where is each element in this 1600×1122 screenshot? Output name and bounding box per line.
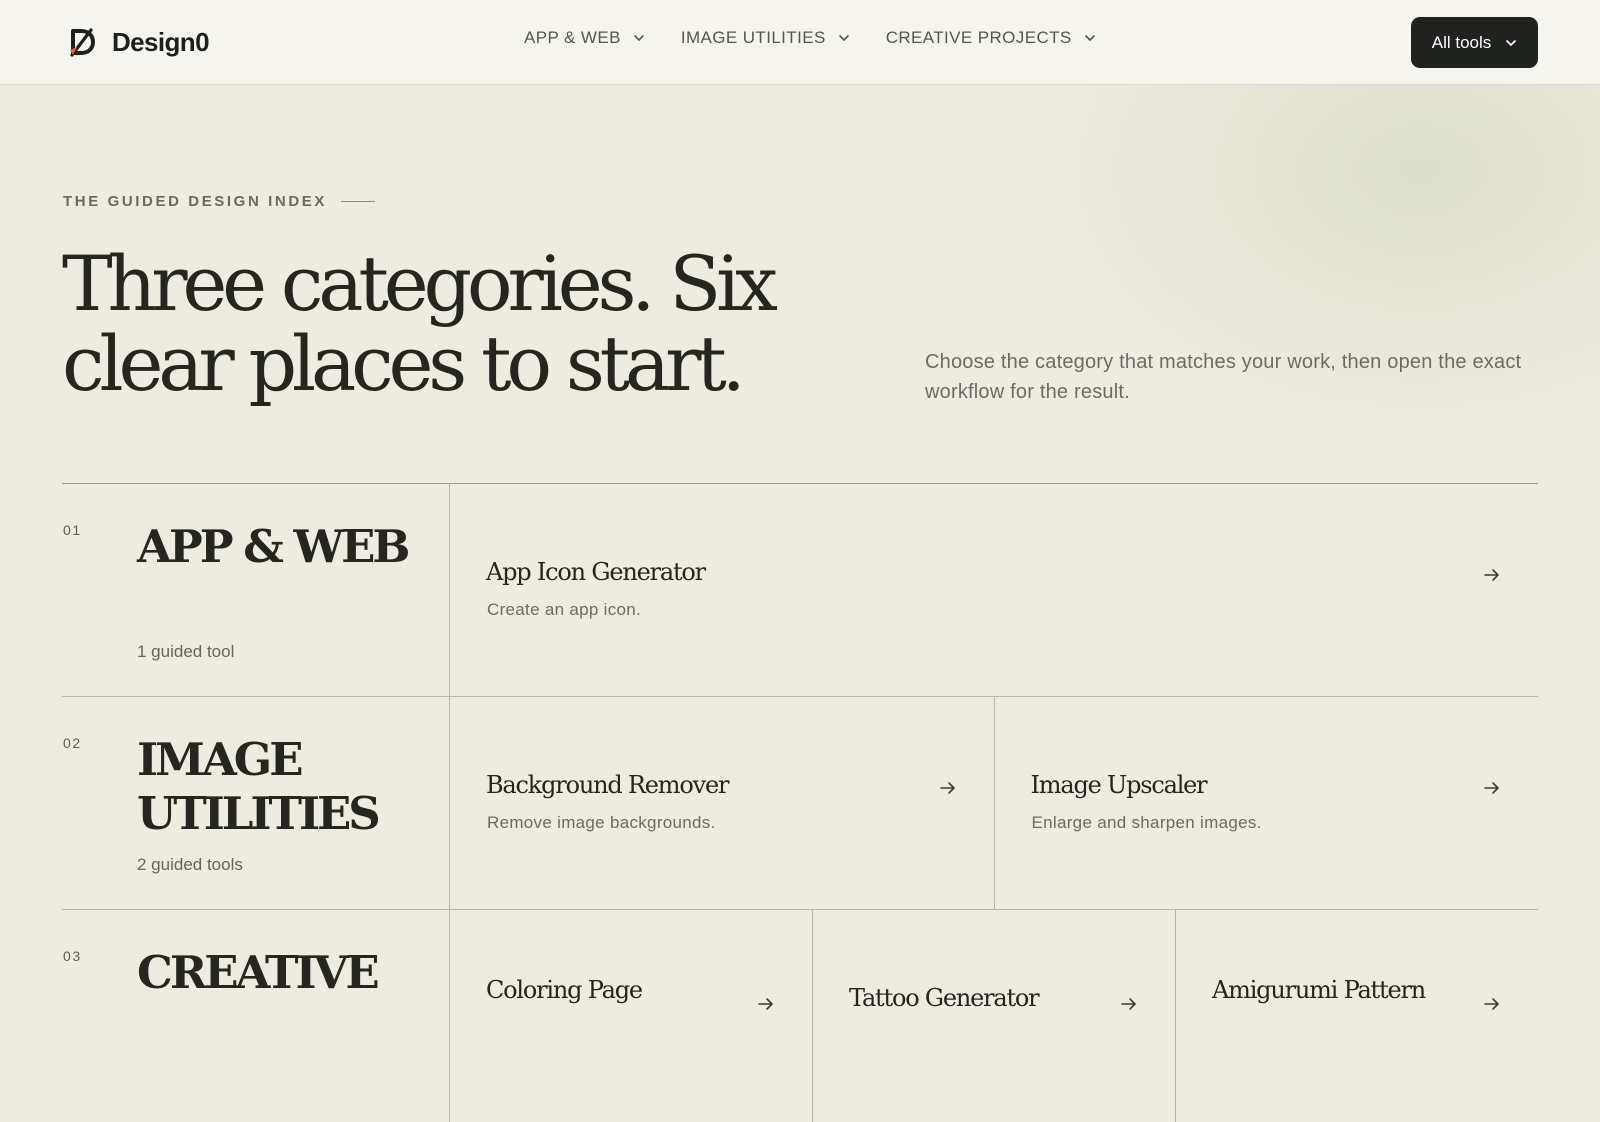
chevron-down-icon	[1506, 39, 1517, 46]
category-title: APP & WEB	[137, 520, 410, 573]
tool-card-coloring-page[interactable]: Coloring Page	[450, 910, 813, 1122]
tool-card-background-remover[interactable]: Background Remover Remove image backgrou…	[450, 697, 995, 909]
category-row-creative-projects: 03 CREATIVE Coloring Page Tattoo Generat…	[62, 909, 1538, 1122]
tool-description: Create an app icon.	[487, 600, 642, 619]
nav-creative-projects[interactable]: CREATIVE PROJECTS	[886, 28, 1096, 48]
hero-eyebrow: THE GUIDED DESIGN INDEX	[63, 193, 375, 210]
chevron-down-icon	[838, 35, 849, 41]
tool-name: Image Upscaler	[1030, 771, 1208, 799]
nav-creative-projects-label: CREATIVE PROJECTS	[885, 28, 1072, 47]
tool-card-amigurumi-pattern[interactable]: Amigurumi Pattern	[1176, 910, 1538, 1122]
category-header: 01 APP & WEB 1 guided tool	[62, 484, 450, 696]
tool-name: Tattoo Generator	[849, 984, 1040, 1012]
tool-card-image-upscaler[interactable]: Image Upscaler Enlarge and sharpen image…	[995, 697, 1539, 909]
all-tools-label: All tools	[1431, 32, 1492, 52]
category-tools: Coloring Page Tattoo Generator Amigurumi…	[450, 910, 1538, 1122]
category-tool-count: 1 guided tool	[137, 642, 235, 661]
nav-image-utilities[interactable]: IMAGE UTILITIES	[681, 28, 850, 48]
brand-logo-icon	[70, 28, 95, 57]
hero-eyebrow-text: THE GUIDED DESIGN INDEX	[63, 193, 327, 210]
nav-image-utilities-label: IMAGE UTILITIES	[680, 28, 826, 47]
chevron-down-icon	[634, 35, 644, 41]
category-tool-count: 2 guided tools	[137, 855, 243, 874]
arrow-right-icon	[1484, 782, 1499, 794]
category-title: CREATIVE	[137, 946, 380, 999]
category-header: 02 IMAGE UTILITIES 2 guided tools	[62, 697, 450, 909]
arrow-right-icon	[1484, 569, 1499, 581]
hero-headline: Three categories. Six clear places to st…	[62, 239, 778, 408]
tool-description: Remove image backgrounds.	[487, 813, 716, 832]
hero-intro: Choose the category that matches your wo…	[925, 351, 1522, 403]
top-navigation-bar: Design0 APP & WEB IMAGE UTILITIES CREATI…	[0, 0, 1600, 85]
category-tools: Background Remover Remove image backgrou…	[450, 697, 1538, 909]
category-number: 03	[63, 948, 82, 964]
arrow-right-icon	[1484, 998, 1499, 1010]
category-tools: App Icon Generator Create an app icon.	[450, 484, 1538, 696]
category-row-app-and-web: 01 APP & WEB 1 guided tool App Icon Gene…	[62, 483, 1538, 696]
category-title: IMAGE UTILITIES	[137, 733, 381, 840]
category-index: 01 APP & WEB 1 guided tool App Icon Gene…	[62, 483, 1538, 1122]
eyebrow-divider	[341, 201, 375, 202]
tool-name: App Icon Generator	[486, 558, 706, 586]
nav-app-and-web[interactable]: APP & WEB	[524, 28, 645, 48]
main-navigation: APP & WEB IMAGE UTILITIES CREATIVE PROJE…	[524, 28, 1096, 48]
tool-card-app-icon-generator[interactable]: App Icon Generator Create an app icon.	[450, 484, 1538, 696]
arrow-right-icon	[1121, 998, 1136, 1010]
category-header: 03 CREATIVE	[62, 910, 450, 1122]
tool-description: Enlarge and sharpen images.	[1031, 813, 1262, 832]
category-number: 02	[63, 735, 82, 751]
tool-card-tattoo-generator[interactable]: Tattoo Generator	[813, 910, 1176, 1122]
category-row-image-utilities: 02 IMAGE UTILITIES 2 guided tools Backgr…	[62, 696, 1538, 909]
nav-app-and-web-label: APP & WEB	[524, 28, 621, 47]
brand-name: Design0	[112, 26, 210, 57]
arrow-right-icon	[758, 998, 773, 1010]
arrow-right-icon	[939, 782, 955, 794]
brand-home-link[interactable]: Design0	[66, 26, 210, 58]
all-tools-button[interactable]: All tools	[1411, 17, 1538, 68]
chevron-down-icon	[1084, 35, 1095, 41]
tool-name: Background Remover	[486, 771, 729, 799]
category-number: 01	[63, 522, 82, 538]
